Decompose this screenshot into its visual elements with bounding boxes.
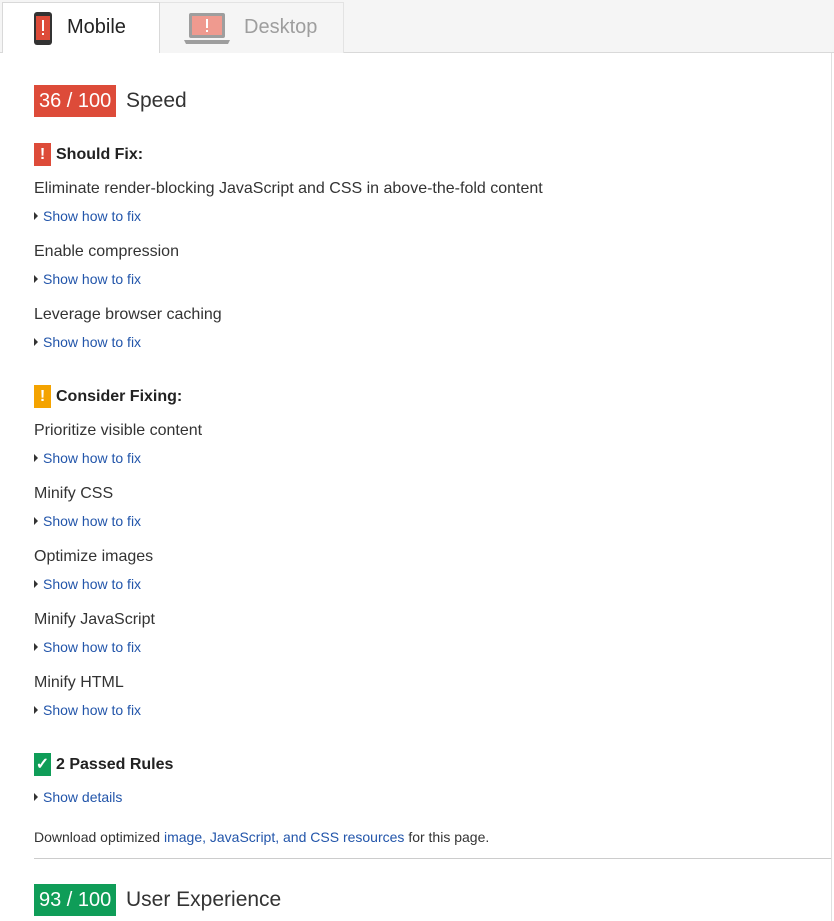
show-how-to-fix-link[interactable]: Show how to fix <box>34 271 141 287</box>
expand-arrow-icon <box>34 706 38 715</box>
show-how-to-fix-link[interactable]: Show how to fix <box>34 450 141 466</box>
expand-arrow-icon <box>34 793 38 802</box>
link-label: Show how to fix <box>43 271 142 287</box>
link-label: Show how to fix <box>43 702 142 718</box>
show-how-to-fix-link[interactable]: Show how to fix <box>34 513 141 529</box>
download-resources-link[interactable]: image, JavaScript, and CSS resources <box>164 829 404 845</box>
rule-title: Enable compression <box>34 243 179 260</box>
link-label: Show how to fix <box>43 513 142 529</box>
show-how-to-fix-link[interactable]: Show how to fix <box>34 334 141 350</box>
link-label: Show how to fix <box>43 576 142 592</box>
should-fix-heading: Should Fix: <box>56 146 144 163</box>
expand-arrow-icon <box>34 454 38 463</box>
show-how-to-fix-link[interactable]: Show how to fix <box>34 576 141 592</box>
speed-label: Speed <box>126 89 187 112</box>
show-how-to-fix-link[interactable]: Show how to fix <box>34 702 141 718</box>
link-label: Show how to fix <box>43 208 142 224</box>
link-label: Show how to fix <box>43 639 142 655</box>
passed-rules-heading: 2 Passed Rules <box>56 756 174 773</box>
passed-check-icon: ✓ <box>34 753 51 776</box>
tab-mobile[interactable]: Mobile <box>2 2 160 53</box>
link-label: Show how to fix <box>43 450 142 466</box>
content-border <box>831 53 832 921</box>
consider-fixing-warning-icon: ! <box>34 385 51 408</box>
expand-arrow-icon <box>34 338 38 347</box>
tab-desktop[interactable]: Desktop <box>160 2 344 53</box>
rule-title: Minify HTML <box>34 674 124 691</box>
download-optimized-text: Download optimized image, JavaScript, an… <box>34 829 489 845</box>
link-label: Show details <box>43 789 123 805</box>
user-experience-label: User Experience <box>126 888 282 911</box>
rule-title: Prioritize visible content <box>34 422 203 439</box>
show-how-to-fix-link[interactable]: Show how to fix <box>34 208 141 224</box>
rule-title: Optimize images <box>34 548 154 565</box>
expand-arrow-icon <box>34 517 38 526</box>
rule-title: Minify JavaScript <box>34 611 155 628</box>
should-fix-warning-icon: ! <box>34 143 51 166</box>
consider-fixing-heading: Consider Fixing: <box>56 388 183 405</box>
rule-title: Leverage browser caching <box>34 306 222 323</box>
expand-arrow-icon <box>34 275 38 284</box>
speed-score-badge: 36 / 100 <box>34 85 117 117</box>
expand-arrow-icon <box>34 212 38 221</box>
expand-arrow-icon <box>34 580 38 589</box>
link-label: Show how to fix <box>43 334 142 350</box>
download-prefix: Download optimized <box>34 829 161 845</box>
section-divider <box>34 858 831 859</box>
expand-arrow-icon <box>34 643 38 652</box>
tab-desktop-label: Desktop <box>244 16 318 38</box>
mobile-phone-icon <box>34 12 52 45</box>
download-suffix: for this page. <box>408 829 490 845</box>
show-how-to-fix-link[interactable]: Show how to fix <box>34 639 141 655</box>
laptop-icon <box>184 13 230 44</box>
rule-title: Minify CSS <box>34 485 114 502</box>
rule-title: Eliminate render-blocking JavaScript and… <box>34 180 543 197</box>
user-experience-score-badge: 93 / 100 <box>34 884 117 916</box>
tab-mobile-label: Mobile <box>67 16 126 38</box>
show-details-link[interactable]: Show details <box>34 789 122 805</box>
